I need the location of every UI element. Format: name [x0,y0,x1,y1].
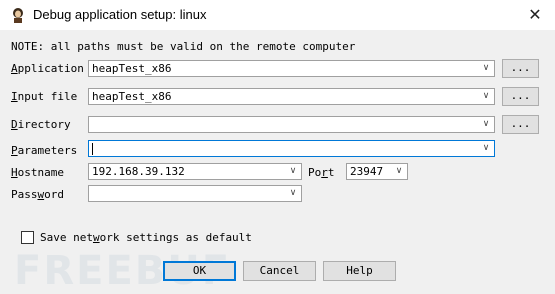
input-file-combo[interactable]: heapTest_x86 ∨ [88,88,495,105]
text-caret [92,143,93,155]
password-label: Password [11,188,64,201]
chevron-down-icon[interactable]: ∨ [480,117,492,132]
port-combo[interactable]: 23947 ∨ [346,163,408,180]
hostname-label: Hostname [11,166,64,179]
parameters-combo[interactable]: ∨ [88,140,495,157]
save-settings-checkbox[interactable] [21,231,34,244]
close-icon: ✕ [528,5,542,24]
directory-combo[interactable]: ∨ [88,116,495,133]
title-bar: Debug application setup: linux ✕ [0,0,555,30]
chevron-down-icon[interactable]: ∨ [287,186,299,201]
cancel-button[interactable]: Cancel [243,261,316,281]
hostname-combo[interactable]: 192.168.39.132 ∨ [88,163,302,180]
application-browse-button[interactable]: ... [502,59,539,78]
input-file-value: heapTest_x86 [92,90,172,103]
chevron-down-icon[interactable]: ∨ [480,61,492,76]
parameters-label: Parameters [11,144,78,157]
chevron-down-icon[interactable]: ∨ [393,164,405,179]
save-settings-label[interactable]: Save network settings as default [40,231,252,244]
port-label: Port [308,166,335,179]
application-combo[interactable]: heapTest_x86 ∨ [88,60,495,77]
application-label: Application [11,62,84,75]
help-button[interactable]: Help [323,261,396,281]
chevron-down-icon[interactable]: ∨ [287,164,299,179]
note-text: NOTE: all paths must be valid on the rem… [11,40,356,53]
application-value: heapTest_x86 [92,62,172,75]
hostname-value: 192.168.39.132 [92,165,185,178]
chevron-down-icon[interactable]: ∨ [480,89,492,104]
ok-button[interactable]: OK [163,261,236,281]
directory-browse-button[interactable]: ... [502,115,539,134]
port-value: 23947 [350,165,384,178]
directory-label: Directory [11,118,71,131]
close-button[interactable]: ✕ [515,0,555,30]
password-combo[interactable]: ∨ [88,185,302,202]
input-file-browse-button[interactable]: ... [502,87,539,106]
ida-debugger-icon [13,8,23,23]
input-file-label: Input file [11,90,78,103]
window-title: Debug application setup: linux [33,7,207,22]
chevron-down-icon[interactable]: ∨ [480,141,492,156]
